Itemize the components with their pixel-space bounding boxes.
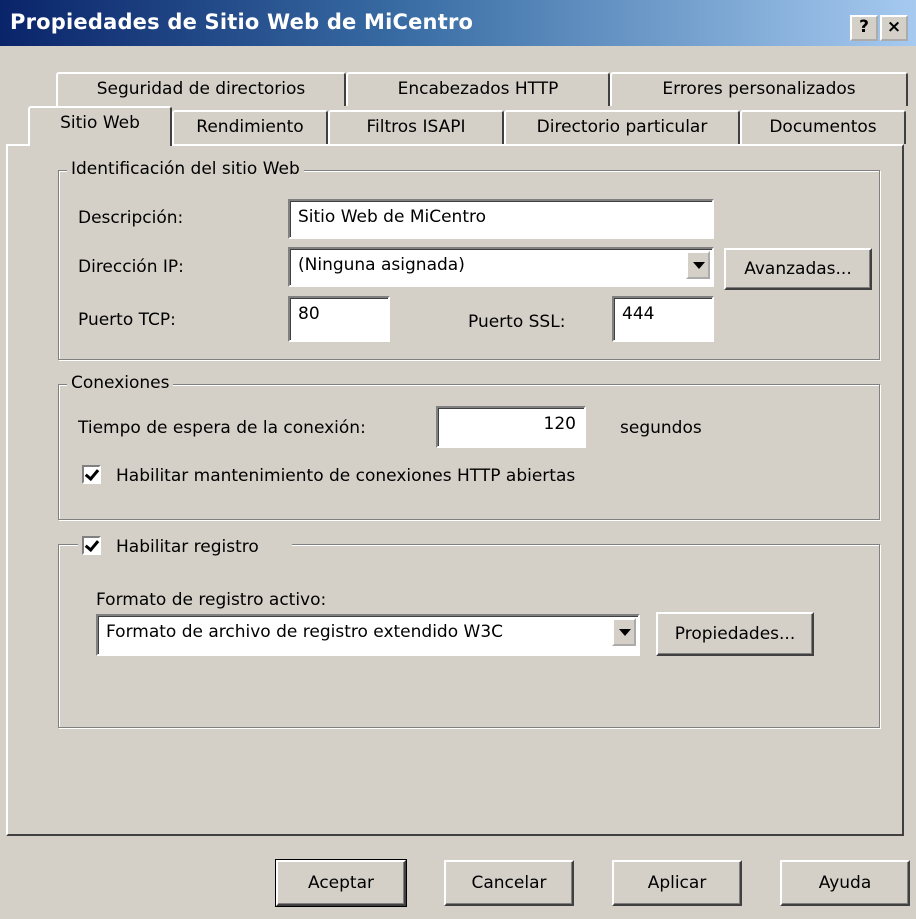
tab-errores-personalizados[interactable]: Errores personalizados — [610, 72, 908, 106]
log-format-label: Formato de registro activo: — [96, 590, 327, 610]
timeout-unit: segundos — [620, 418, 702, 438]
ip-value: (Ninguna asignada) — [298, 255, 465, 275]
connections-group: Conexiones — [58, 373, 880, 520]
chevron-down-icon[interactable] — [686, 251, 710, 279]
help-icon[interactable]: ? — [850, 15, 878, 41]
title-bar[interactable]: Propiedades de Sitio Web de MiCentro ? × — [0, 0, 916, 46]
logging-checkbox[interactable] — [82, 536, 101, 555]
ip-select[interactable]: (Ninguna asignada) — [288, 247, 714, 287]
tcp-port-label: Puerto TCP: — [78, 310, 176, 330]
tab-rendimiento[interactable]: Rendimiento — [172, 110, 328, 144]
description-label: Descripción: — [78, 208, 184, 228]
tab-label: Encabezados HTTP — [397, 79, 559, 99]
tab-label: Documentos — [769, 117, 877, 137]
chevron-down-icon[interactable] — [612, 618, 636, 646]
ok-button[interactable]: Aceptar — [275, 859, 407, 907]
tab-filtros-isapi[interactable]: Filtros ISAPI — [328, 110, 504, 144]
advanced-button[interactable]: Avanzadas... — [724, 248, 872, 290]
logging-enable-label: Habilitar registro — [116, 537, 259, 557]
tab-label: Filtros ISAPI — [366, 117, 466, 137]
log-format-select[interactable]: Formato de archivo de registro extendido… — [96, 614, 640, 656]
apply-button[interactable]: Aplicar — [612, 860, 742, 906]
connections-legend: Conexiones — [67, 373, 174, 393]
window-title: Propiedades de Sitio Web de MiCentro — [10, 10, 474, 34]
close-icon[interactable]: × — [880, 15, 908, 41]
tab-directorio-particular[interactable]: Directorio particular — [504, 110, 740, 144]
tab-label: Seguridad de directorios — [96, 79, 306, 99]
cancel-button[interactable]: Cancelar — [444, 860, 574, 906]
tab-label: Sitio Web — [60, 113, 140, 133]
ssl-port-input[interactable]: 444 — [612, 296, 714, 342]
timeout-label: Tiempo de espera de la conexión: — [78, 418, 366, 438]
tab-label: Errores personalizados — [662, 79, 856, 99]
tab-seguridad-directorios[interactable]: Seguridad de directorios — [56, 72, 346, 106]
tab-sitio-web[interactable]: Sitio Web — [28, 106, 172, 146]
tab-documentos[interactable]: Documentos — [740, 110, 906, 144]
tab-label: Directorio particular — [536, 117, 708, 137]
description-input[interactable]: Sitio Web de MiCentro — [288, 199, 714, 239]
keepalive-checkbox[interactable] — [82, 465, 101, 484]
ip-label: Dirección IP: — [78, 257, 184, 277]
tcp-port-input[interactable]: 80 — [288, 296, 390, 342]
properties-button[interactable]: Propiedades... — [656, 612, 814, 656]
tab-encabezados-http[interactable]: Encabezados HTTP — [346, 72, 610, 106]
tab-label: Rendimiento — [196, 117, 304, 137]
keepalive-label: Habilitar mantenimiento de conexiones HT… — [116, 466, 576, 486]
timeout-input[interactable]: 120 — [436, 406, 586, 448]
help-button[interactable]: Ayuda — [780, 860, 910, 906]
log-format-value: Formato de archivo de registro extendido… — [106, 622, 504, 642]
ssl-port-label: Puerto SSL: — [468, 312, 566, 332]
identification-legend: Identificación del sitio Web — [67, 159, 304, 179]
